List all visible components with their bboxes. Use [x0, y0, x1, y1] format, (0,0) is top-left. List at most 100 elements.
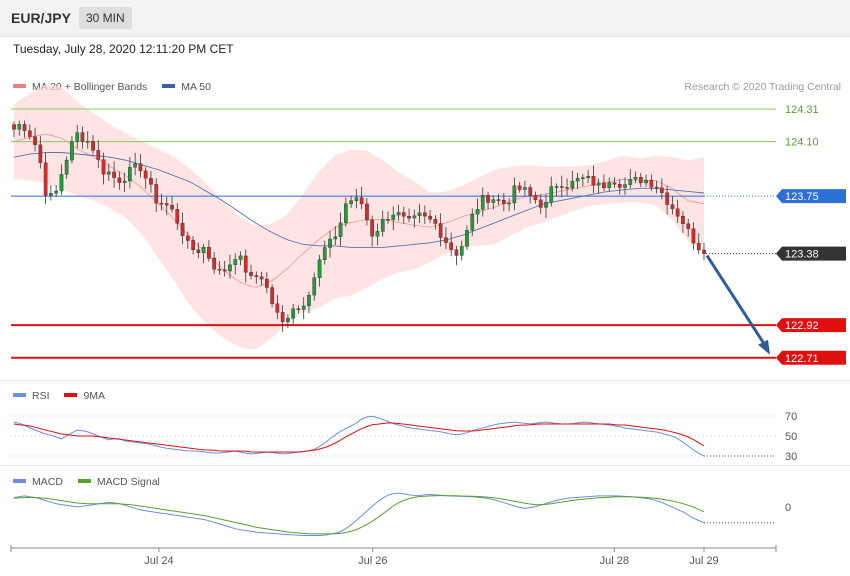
- candle-body: [296, 308, 301, 310]
- projection-arrow: [705, 254, 768, 348]
- candle-body: [238, 255, 243, 260]
- level-label: 122.71: [785, 353, 819, 365]
- candle-body: [349, 200, 353, 204]
- candle-body: [544, 201, 548, 208]
- candle-body: [512, 185, 517, 204]
- candle-body: [154, 184, 159, 204]
- chart-canvas[interactable]: 124.31 124.10 123.75 123.38 122.92 122.71 70 50…: [0, 0, 850, 576]
- candle-body: [17, 124, 22, 130]
- candle-body: [170, 205, 174, 210]
- candle-body: [623, 184, 627, 188]
- candle-body: [96, 150, 101, 160]
- candle-body: [386, 218, 390, 221]
- candle-body: [480, 195, 485, 210]
- candle-body: [454, 249, 459, 256]
- x-tick-label: Jul 28: [600, 555, 629, 567]
- candle-body: [417, 212, 422, 216]
- candle-body: [64, 159, 69, 175]
- candle-body: [33, 136, 37, 145]
- candle-body: [217, 269, 222, 271]
- macd-line: [13, 492, 705, 536]
- candle-body: [670, 204, 675, 209]
- candle-body: [243, 255, 248, 273]
- candle-body: [80, 132, 85, 142]
- candle-body: [307, 294, 311, 307]
- candle-body: [180, 222, 185, 237]
- candle-body: [344, 203, 348, 224]
- candle-body: [54, 190, 58, 194]
- candle-body: [365, 203, 369, 221]
- candle-body: [338, 222, 343, 237]
- candle-body: [407, 215, 411, 219]
- candle-body: [207, 246, 211, 259]
- candle-body: [533, 195, 538, 201]
- candle-body: [359, 197, 364, 205]
- rsi-tick-label: 70: [785, 411, 797, 423]
- candle-body: [401, 212, 406, 217]
- projection-arrowhead: [758, 339, 770, 355]
- candle-body: [375, 231, 380, 237]
- candle-body: [143, 170, 148, 179]
- candle-body: [122, 180, 127, 183]
- candle-body: [586, 175, 590, 178]
- candle-body: [560, 186, 564, 188]
- level-label: 123.75: [785, 191, 819, 203]
- candle-body: [259, 276, 264, 280]
- candle-body: [654, 186, 659, 189]
- candle-body: [517, 185, 522, 190]
- candle-body: [212, 257, 216, 270]
- candle-body: [22, 124, 27, 131]
- candle-body: [649, 179, 654, 188]
- candle-body: [354, 197, 359, 201]
- candle-body: [686, 223, 691, 229]
- candle-body: [660, 187, 664, 194]
- macd-tick-label: 0: [785, 502, 791, 514]
- candle-body: [59, 174, 64, 192]
- x-tick-label: Jul 26: [358, 555, 387, 567]
- candle-body: [191, 240, 195, 250]
- candle-body: [75, 132, 80, 142]
- level-label: 122.92: [785, 320, 819, 332]
- candle-body: [112, 171, 116, 178]
- candle-body: [91, 141, 95, 151]
- candle-body: [38, 144, 43, 163]
- candle-body: [575, 178, 580, 182]
- level-label: 123.38: [785, 249, 819, 261]
- x-tick-label: Jul 29: [689, 555, 718, 567]
- x-tick-label: Jul 24: [144, 555, 173, 567]
- candle-body: [317, 259, 322, 278]
- candle-body: [333, 236, 338, 240]
- candle-body: [617, 183, 622, 188]
- candle-body: [249, 272, 253, 276]
- candle-body: [233, 259, 238, 266]
- rsi-ma-line: [13, 422, 705, 453]
- candle-body: [133, 163, 137, 168]
- candle-body: [412, 215, 417, 219]
- candle-body: [101, 159, 106, 175]
- candle-body: [265, 278, 269, 288]
- candle-body: [465, 230, 469, 247]
- candle-body: [254, 275, 259, 278]
- rsi-tick-label: 50: [785, 431, 797, 443]
- candle-body: [639, 176, 643, 184]
- candle-body: [502, 199, 506, 204]
- candle-body: [665, 192, 669, 205]
- candle-body: [696, 242, 701, 251]
- macd-signal-line: [13, 495, 705, 535]
- candle-body: [270, 287, 274, 304]
- candle-body: [428, 215, 432, 220]
- candle-body: [380, 218, 385, 232]
- candle-body: [496, 199, 501, 201]
- candle-body: [565, 187, 569, 189]
- candle-body: [596, 182, 601, 186]
- candle-body: [222, 269, 227, 272]
- candle-body: [43, 162, 48, 196]
- candle-body: [391, 214, 396, 220]
- candle-body: [280, 312, 285, 322]
- candle-body: [628, 179, 633, 185]
- candle-body: [438, 223, 443, 238]
- candle-body: [301, 305, 306, 310]
- candle-body: [370, 219, 374, 237]
- candle-body: [201, 246, 206, 253]
- candle-body: [702, 249, 706, 254]
